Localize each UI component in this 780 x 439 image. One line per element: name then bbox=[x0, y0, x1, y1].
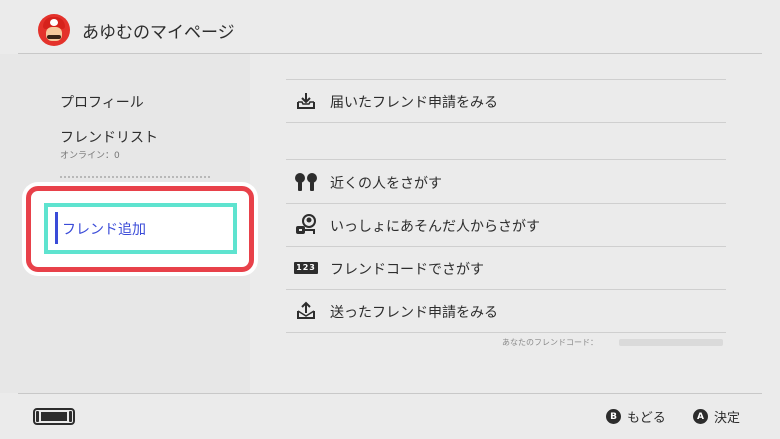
menu-item-search-nearby[interactable]: 近くの人をさがす bbox=[286, 161, 726, 203]
menu-item-label: 近くの人をさがす bbox=[330, 176, 442, 192]
sidebar-item-add-friend-label: フレンド追加 bbox=[62, 222, 146, 238]
friend-code-caption: あなたのフレンドコード： bbox=[502, 338, 598, 347]
page-title: あゆむのマイページ bbox=[82, 23, 235, 43]
menu-item-label: 送ったフレンド申請をみる bbox=[330, 305, 498, 321]
menu-divider bbox=[286, 159, 726, 160]
friend-code-icon: 123 bbox=[294, 262, 318, 274]
confirm-hint[interactable]: A 決定 bbox=[693, 407, 740, 426]
back-label: もどる bbox=[627, 411, 666, 426]
people-nearby-icon bbox=[294, 171, 318, 193]
a-button-icon: A bbox=[693, 409, 708, 424]
inbox-download-icon bbox=[294, 90, 318, 112]
friend-code-value-redacted bbox=[619, 339, 723, 346]
b-button-icon: B bbox=[606, 409, 621, 424]
menu-item-label: フレンドコードでさがす bbox=[330, 262, 484, 278]
menu-item-search-played-with[interactable]: いっしょにあそんだ人からさがす bbox=[286, 204, 726, 246]
played-with-icon bbox=[294, 214, 318, 236]
menu-item-search-friend-code[interactable]: 123 フレンドコードでさがす bbox=[286, 247, 726, 289]
header: あゆむのマイページ bbox=[0, 0, 780, 54]
menu-item-label: いっしょにあそんだ人からさがす bbox=[330, 219, 540, 235]
online-count: オンライン：0 bbox=[60, 151, 120, 161]
menu-divider bbox=[286, 332, 726, 333]
sidebar-item-friend-list[interactable]: フレンドリスト bbox=[60, 127, 158, 147]
console-icon bbox=[33, 408, 75, 425]
menu-item-sent-requests[interactable]: 送ったフレンド申請をみる bbox=[286, 290, 726, 332]
avatar[interactable] bbox=[38, 14, 70, 46]
menu-divider bbox=[286, 122, 726, 123]
outbox-upload-icon bbox=[294, 300, 318, 322]
sidebar-item-profile[interactable]: プロフィール bbox=[60, 92, 144, 112]
back-hint[interactable]: B もどる bbox=[606, 407, 666, 426]
selection-indicator bbox=[55, 212, 58, 244]
menu-item-label: 届いたフレンド申請をみる bbox=[330, 95, 498, 111]
menu-item-received-requests[interactable]: 届いたフレンド申請をみる bbox=[286, 80, 726, 122]
confirm-label: 決定 bbox=[714, 411, 741, 426]
footer-divider bbox=[18, 393, 762, 394]
sidebar-hidden-item bbox=[60, 176, 210, 180]
